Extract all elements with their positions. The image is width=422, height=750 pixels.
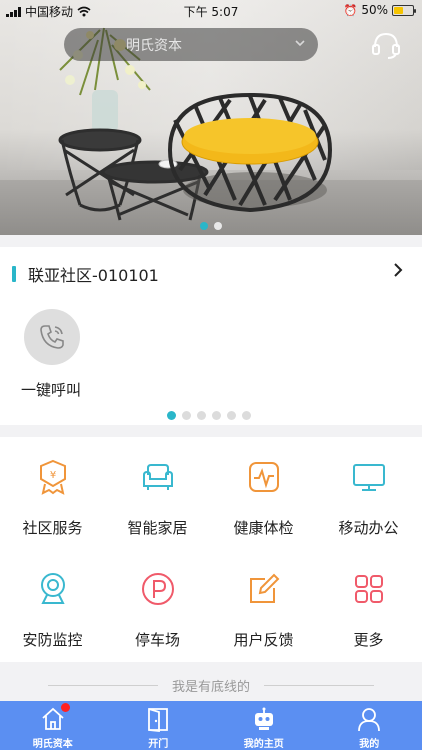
- service-more[interactable]: 更多: [316, 549, 421, 659]
- community-card: 联亚社区-010101 一键呼叫: [0, 247, 422, 425]
- community-service-icon: ¥: [40, 459, 66, 495]
- robot-icon: [254, 707, 273, 730]
- service-label: 移动办公: [338, 519, 399, 537]
- service-label: 社区服务: [22, 519, 83, 537]
- grid-more-icon: [355, 575, 383, 603]
- pager-dot[interactable]: [167, 411, 176, 420]
- quick-action-pager: [167, 411, 251, 420]
- alarm-icon: ⏰: [343, 3, 358, 17]
- tab-home[interactable]: 明氏资本: [0, 701, 106, 750]
- notification-badge: [61, 703, 70, 712]
- service-smart-home[interactable]: 智能家居: [105, 437, 210, 547]
- battery-icon: [392, 4, 416, 16]
- service-health[interactable]: 健康体检: [211, 437, 316, 547]
- headset-icon[interactable]: [370, 30, 402, 60]
- parking-icon: [142, 573, 174, 605]
- community-name: 联亚社区-010101: [28, 266, 159, 285]
- banner-pager: [0, 222, 422, 230]
- phone-icon: [40, 325, 64, 349]
- chevron-right-icon[interactable]: [392, 263, 404, 277]
- service-label: 健康体检: [233, 519, 294, 537]
- monitor-icon: [353, 464, 385, 491]
- service-label: 智能家居: [127, 519, 188, 537]
- chair-illustration: [167, 92, 333, 213]
- app-screen: 中国移动 下午 5:07 ⏰ 50% 明氏资本 联亚社区-010101 一键呼叫…: [0, 0, 422, 750]
- community-selector-label: 明氏资本: [126, 37, 182, 54]
- accent-bar: [12, 266, 16, 282]
- pager-dot[interactable]: [182, 411, 191, 420]
- one-key-call-button[interactable]: [24, 309, 80, 365]
- pager-dot[interactable]: [242, 411, 251, 420]
- tab-label: 我的: [359, 739, 380, 750]
- community-selector[interactable]: 明氏资本: [64, 28, 318, 61]
- tab-label: 开门: [148, 739, 169, 750]
- tab-label: 我的主页: [243, 739, 284, 750]
- service-label: 安防监控: [22, 631, 83, 649]
- status-right: ⏰ 50%: [343, 3, 416, 17]
- service-grid: ¥ 社区服务 智能家居 健康体检 移动办公 安防监控 停车场 用户反馈 更多: [0, 437, 422, 662]
- door-icon: [148, 708, 169, 732]
- edit-icon: [250, 573, 280, 603]
- webcam-icon: [41, 573, 65, 604]
- status-bar: 中国移动 下午 5:07 ⏰ 50%: [0, 0, 422, 20]
- tab-label: 明氏资本: [32, 739, 73, 750]
- service-label: 停车场: [134, 631, 180, 649]
- community-header[interactable]: 联亚社区-010101: [12, 262, 159, 286]
- divider: [47, 684, 158, 686]
- pager-dot[interactable]: [197, 411, 206, 420]
- chevron-down-icon: [295, 40, 305, 47]
- service-label: 更多: [353, 631, 384, 649]
- service-label: 用户反馈: [233, 631, 294, 649]
- service-feedback[interactable]: 用户反馈: [211, 549, 316, 659]
- user-icon: [358, 708, 381, 732]
- tab-me[interactable]: 我的: [317, 701, 422, 750]
- tab-bar: 明氏资本 开门 我的主页 我的: [0, 701, 422, 750]
- divider: [264, 684, 374, 686]
- sofa-icon: [143, 464, 173, 490]
- pager-dot[interactable]: [227, 411, 236, 420]
- heartbeat-icon: [249, 462, 279, 492]
- battery-fill: [394, 6, 403, 14]
- one-key-call-label: 一键呼叫: [21, 381, 82, 399]
- pager-dot[interactable]: [212, 411, 221, 420]
- service-parking[interactable]: 停车场: [105, 549, 210, 659]
- service-community[interactable]: ¥ 社区服务: [0, 437, 105, 547]
- battery-percent: 50%: [361, 3, 388, 17]
- banner-dot[interactable]: [200, 222, 208, 230]
- svg-text:¥: ¥: [50, 470, 56, 481]
- tab-my-homepage[interactable]: 我的主页: [211, 701, 317, 750]
- end-of-list-text: 我是有底线的: [171, 679, 250, 695]
- service-mobile-office[interactable]: 移动办公: [316, 437, 421, 547]
- banner-dot[interactable]: [214, 222, 222, 230]
- service-security[interactable]: 安防监控: [0, 549, 105, 659]
- tab-open-door[interactable]: 开门: [106, 701, 212, 750]
- end-of-list-note: 我是有底线的: [0, 673, 422, 697]
